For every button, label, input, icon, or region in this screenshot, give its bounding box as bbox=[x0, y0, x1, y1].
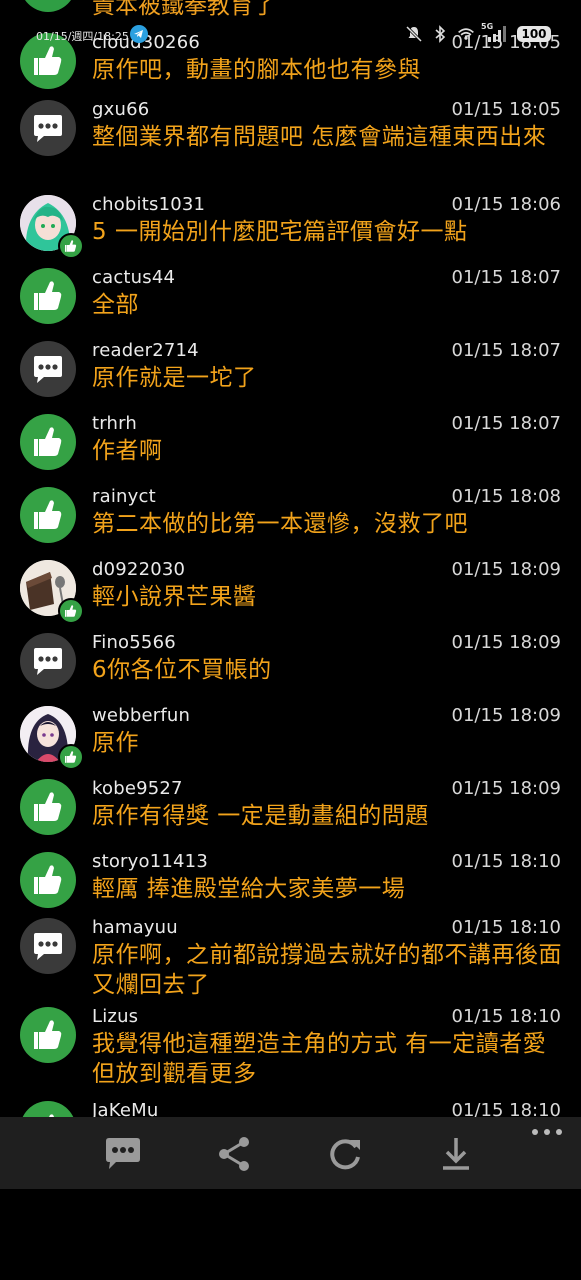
thumbs-up-icon[interactable] bbox=[20, 779, 76, 835]
battery-indicator: 100 bbox=[517, 26, 551, 42]
comment-text: 原作就是一坨了 bbox=[92, 365, 257, 391]
comment-username[interactable]: chobits1031 bbox=[92, 194, 205, 215]
comment-text: 原作啊，之前都說撐過去就好的都不講再後面又爛回去了 bbox=[92, 942, 562, 998]
comment-timestamp: 01/15 18:10 bbox=[451, 851, 561, 872]
comment-item[interactable]: hamayuu 01/15 18:10 原作啊，之前都說撐過去就好的都不講再後面又爛… bbox=[0, 917, 581, 998]
comment-item[interactable]: trhrh 01/15 18:07 作者啊 bbox=[0, 413, 581, 484]
comment-text: 作者啊 bbox=[92, 438, 163, 464]
comment-item[interactable]: kobe9527 01/15 18:09 原作有得獎 一定是動畫組的問題 bbox=[0, 778, 581, 849]
thumbs-up-icon[interactable] bbox=[20, 268, 76, 324]
comment-item[interactable]: Lizus 01/15 18:10 我覺得他這種塑造主角的方式 有一定讀者愛 但放到… bbox=[0, 1006, 581, 1087]
comment-username[interactable]: trhrh bbox=[92, 413, 137, 434]
comment-item[interactable]: d0922030 01/15 18:09 輕小說界芒果醬 bbox=[0, 559, 581, 630]
status-time: 01/15/週四/18:25 bbox=[36, 30, 129, 43]
comment-item[interactable]: chobits1031 01/15 18:06 5 一開始別什麼肥宅篇評價會好一點 bbox=[0, 194, 581, 265]
comment-icon bbox=[106, 1138, 140, 1169]
mute-bell-icon bbox=[405, 25, 423, 43]
comment-timestamp: 01/15 18:07 bbox=[451, 267, 561, 288]
thumbs-up-icon[interactable] bbox=[20, 414, 76, 470]
comment-username[interactable]: rainyct bbox=[92, 486, 156, 507]
refresh-button[interactable] bbox=[322, 1131, 368, 1177]
comment-item[interactable]: rainyct 01/15 18:08 第二本做的比第一本還慘，沒救了吧 bbox=[0, 486, 581, 557]
thumbs-up-badge-icon bbox=[58, 233, 84, 259]
more-icon bbox=[532, 1129, 562, 1135]
comment-timestamp: 01/15 18:10 bbox=[451, 1006, 561, 1027]
status-icons: 5G 100 bbox=[405, 22, 551, 44]
bottom-toolbar bbox=[0, 1117, 581, 1189]
avatar-thumbs-up-partial bbox=[20, 0, 76, 12]
comment-text: 5 一開始別什麼肥宅篇評價會好一點 bbox=[92, 219, 468, 245]
comment-timestamp: 01/15 18:06 bbox=[451, 194, 561, 215]
comment-item[interactable]: webberfun 01/15 18:09 原作 bbox=[0, 705, 581, 776]
cellular-signal-icon: 5G bbox=[481, 22, 509, 43]
comment-username[interactable]: Fino5566 bbox=[92, 632, 176, 653]
comment-text: 我覺得他這種塑造主角的方式 有一定讀者愛 但放到觀看更多 bbox=[92, 1031, 547, 1087]
share-icon bbox=[219, 1137, 249, 1171]
status-bar: 01/15/週四/18:25 5G 100 bbox=[0, 22, 581, 46]
comment-timestamp: 01/15 18:09 bbox=[451, 632, 561, 653]
comment-item[interactable]: Fino5566 01/15 18:09 6你各位不買帳的 bbox=[0, 632, 581, 703]
comment-username[interactable]: cactus44 bbox=[92, 267, 175, 288]
comment-text: 全部 bbox=[92, 292, 139, 318]
comment-item[interactable]: cactus44 01/15 18:07 全部 bbox=[0, 267, 581, 338]
chat-bubble-icon[interactable] bbox=[20, 100, 76, 156]
telegram-icon bbox=[130, 25, 148, 43]
comment-timestamp: 01/15 18:09 bbox=[451, 778, 561, 799]
comment-timestamp: 01/15 18:07 bbox=[451, 340, 561, 361]
comment-item[interactable]: reader2714 01/15 18:07 原作就是一坨了 bbox=[0, 340, 581, 411]
chat-bubble-icon[interactable] bbox=[20, 918, 76, 974]
thumbs-up-icon[interactable] bbox=[20, 1007, 76, 1063]
comment-text: 原作吧，動畫的腳本他也有參與 bbox=[92, 57, 421, 83]
comment-username[interactable]: gxu66 bbox=[92, 99, 149, 120]
wifi-icon bbox=[457, 25, 475, 43]
thumbs-up-icon[interactable] bbox=[20, 487, 76, 543]
comment-username[interactable]: kobe9527 bbox=[92, 778, 183, 799]
comment-text: 6你各位不買帳的 bbox=[92, 657, 272, 683]
comment-item[interactable]: gxu66 01/15 18:05 整個業界都有問題吧 怎麼會端這種東西出來 bbox=[0, 99, 581, 170]
comment-timestamp: 01/15 18:09 bbox=[451, 705, 561, 726]
thumbs-up-badge-icon bbox=[58, 744, 84, 770]
bottom-empty-area bbox=[0, 1189, 581, 1280]
comment-item[interactable]: storyo11413 01/15 18:10 輕厲 捧進殿堂給大家美夢一場 bbox=[0, 851, 581, 922]
more-button[interactable] bbox=[531, 1123, 563, 1139]
comment-text: 原作 bbox=[92, 730, 139, 756]
comment-username[interactable]: d0922030 bbox=[92, 559, 185, 580]
comment-username[interactable]: hamayuu bbox=[92, 917, 178, 938]
comment-timestamp: 01/15 18:08 bbox=[451, 486, 561, 507]
comment-button[interactable] bbox=[100, 1131, 146, 1177]
chat-bubble-icon[interactable] bbox=[20, 633, 76, 689]
comment-timestamp: 01/15 18:09 bbox=[451, 559, 561, 580]
thumbs-up-icon[interactable] bbox=[20, 852, 76, 908]
comment-timestamp: 01/15 18:05 bbox=[451, 99, 561, 120]
refresh-icon bbox=[330, 1139, 360, 1170]
comment-text: 第二本做的比第一本還慘，沒救了吧 bbox=[92, 511, 468, 537]
comment-timestamp: 01/15 18:10 bbox=[451, 917, 561, 938]
network-type-label: 5G bbox=[481, 22, 494, 31]
partial-comment-text: 貴本被鐵拳教育了 bbox=[92, 0, 276, 19]
comment-text: 原作有得獎 一定是動畫組的問題 bbox=[92, 803, 429, 829]
share-button[interactable] bbox=[211, 1131, 257, 1177]
comment-text: 輕厲 捧進殿堂給大家美夢一場 bbox=[92, 876, 406, 902]
download-button[interactable] bbox=[433, 1131, 479, 1177]
chat-bubble-icon[interactable] bbox=[20, 341, 76, 397]
comment-username[interactable]: storyo11413 bbox=[92, 851, 208, 872]
comment-username[interactable]: webberfun bbox=[92, 705, 190, 726]
thumbs-up-badge-icon bbox=[58, 598, 84, 624]
comment-username[interactable]: Lizus bbox=[92, 1006, 138, 1027]
comment-text: 輕小說界芒果醬 bbox=[92, 584, 257, 610]
comment-text: 整個業界都有問題吧 怎麼會端這種東西出來 bbox=[92, 124, 547, 150]
download-icon bbox=[443, 1138, 469, 1170]
bluetooth-icon bbox=[431, 25, 449, 43]
comment-timestamp: 01/15 18:07 bbox=[451, 413, 561, 434]
comment-username[interactable]: reader2714 bbox=[92, 340, 199, 361]
